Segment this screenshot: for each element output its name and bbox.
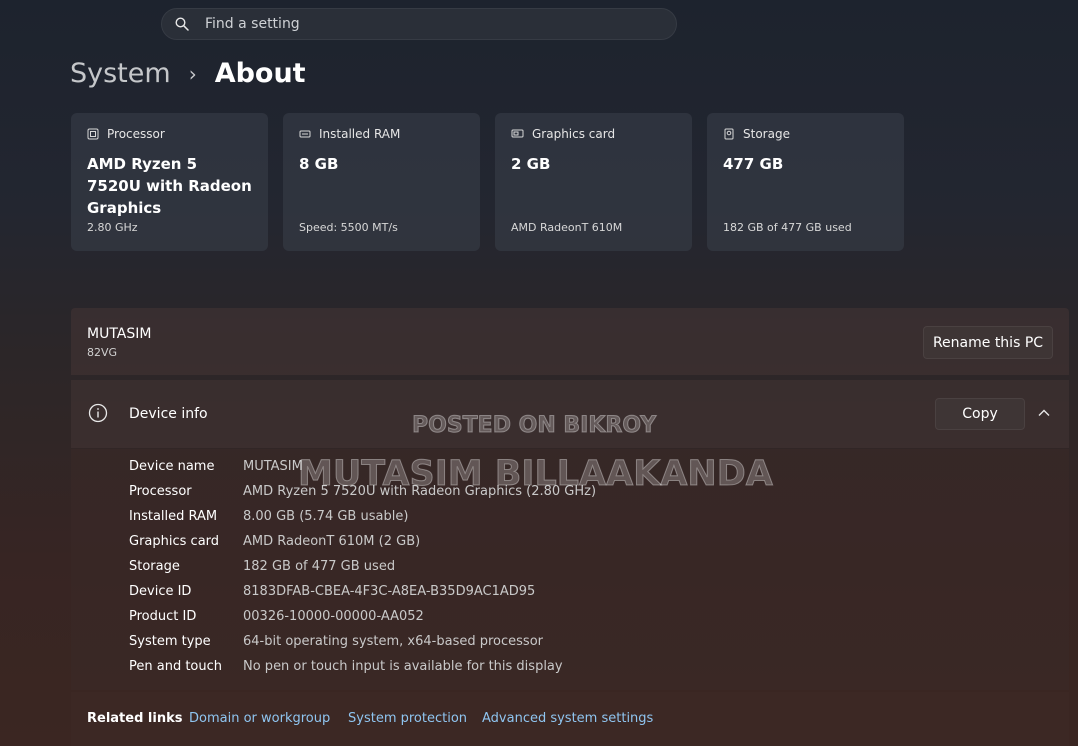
search-icon bbox=[175, 17, 189, 31]
info-key: Installed RAM bbox=[129, 509, 218, 524]
info-key: Device name bbox=[129, 459, 215, 474]
info-value: 182 GB of 477 GB used bbox=[243, 559, 396, 574]
gpu-icon bbox=[511, 129, 524, 138]
chevron-right-icon: › bbox=[188, 61, 197, 86]
info-value: No pen or touch input is available for t… bbox=[243, 659, 563, 674]
spec-card-processor: Processor AMD Ryzen 5 7520U with Radeon … bbox=[71, 113, 268, 251]
search-box[interactable] bbox=[161, 8, 677, 40]
pc-model: 82VG bbox=[87, 346, 118, 359]
spec-sub: 182 GB of 477 GB used bbox=[723, 221, 852, 234]
device-info-title: Device info bbox=[129, 406, 208, 422]
info-value: 00326-10000-00000-AA052 bbox=[243, 609, 424, 624]
spec-label: Processor bbox=[107, 127, 165, 141]
info-icon bbox=[88, 403, 108, 423]
page-title: About bbox=[214, 58, 306, 89]
pc-name: MUTASIM bbox=[87, 326, 152, 342]
spec-value: 2 GB bbox=[511, 155, 551, 173]
ram-icon bbox=[299, 130, 311, 138]
spec-value: 8 GB bbox=[299, 155, 339, 173]
info-key: System type bbox=[129, 634, 211, 649]
search-input[interactable] bbox=[203, 15, 647, 33]
pc-name-panel: MUTASIM 82VG bbox=[71, 308, 1069, 375]
related-links-label: Related links bbox=[87, 711, 183, 726]
device-info-details: Device name MUTASIM Processor AMD Ryzen … bbox=[71, 449, 1069, 690]
info-key: Device ID bbox=[129, 584, 192, 599]
link-domain-workgroup[interactable]: Domain or workgroup bbox=[189, 711, 330, 726]
spec-label: Storage bbox=[743, 127, 790, 141]
info-value: 8.00 GB (5.74 GB usable) bbox=[243, 509, 409, 524]
spec-sub: AMD RadeonT 610M bbox=[511, 221, 623, 234]
rename-pc-button[interactable]: Rename this PC bbox=[923, 326, 1053, 359]
spec-card-ram: Installed RAM 8 GB Speed: 5500 MT/s bbox=[283, 113, 480, 251]
info-key: Pen and touch bbox=[129, 659, 223, 674]
link-system-protection[interactable]: System protection bbox=[348, 711, 467, 726]
chevron-up-icon[interactable] bbox=[1037, 406, 1051, 420]
info-value: AMD Ryzen 5 7520U with Radeon Graphics (… bbox=[243, 484, 597, 499]
spec-sub: Speed: 5500 MT/s bbox=[299, 221, 398, 234]
storage-icon bbox=[724, 128, 734, 140]
info-key: Processor bbox=[129, 484, 192, 499]
info-value: AMD RadeonT 610M (2 GB) bbox=[243, 534, 421, 549]
breadcrumb: System › About bbox=[70, 58, 306, 89]
related-links-bar: Related links Domain or workgroup System… bbox=[71, 692, 1069, 746]
spec-sub: 2.80 GHz bbox=[87, 221, 138, 234]
copy-button[interactable]: Copy bbox=[935, 398, 1025, 430]
device-info-header[interactable]: Device info bbox=[71, 380, 1069, 448]
info-key: Storage bbox=[129, 559, 180, 574]
info-key: Graphics card bbox=[129, 534, 220, 549]
spec-card-graphics: Graphics card 2 GB AMD RadeonT 610M bbox=[495, 113, 692, 251]
cpu-icon bbox=[87, 128, 99, 140]
spec-label: Installed RAM bbox=[319, 127, 401, 141]
info-value: MUTASIM bbox=[243, 459, 303, 474]
spec-card-storage: Storage 477 GB 182 GB of 477 GB used bbox=[707, 113, 904, 251]
spec-value: 477 GB bbox=[723, 155, 784, 173]
info-value: 8183DFAB-CBEA-4F3C-A8EA-B35D9AC1AD95 bbox=[243, 584, 536, 599]
spec-value: AMD Ryzen 5 7520U with Radeon Graphics bbox=[87, 155, 252, 217]
info-key: Product ID bbox=[129, 609, 197, 624]
info-value: 64-bit operating system, x64-based proce… bbox=[243, 634, 543, 649]
breadcrumb-system[interactable]: System bbox=[70, 58, 171, 89]
spec-label: Graphics card bbox=[532, 127, 616, 141]
link-advanced-system-settings[interactable]: Advanced system settings bbox=[482, 711, 653, 726]
